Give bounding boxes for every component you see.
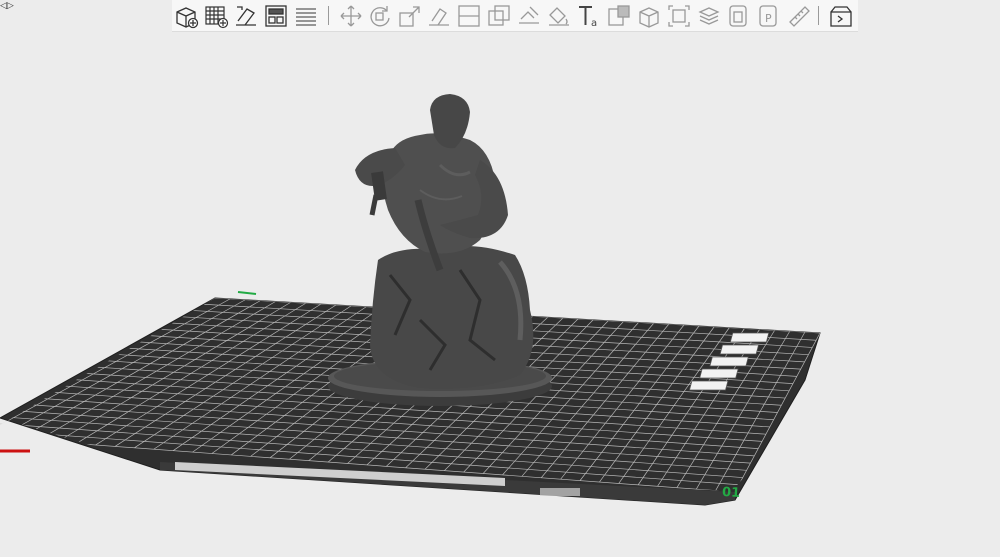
lay-on-face-icon[interactable]: [426, 3, 452, 29]
auto-orient-icon[interactable]: [233, 3, 259, 29]
text-icon[interactable]: a: [576, 3, 602, 29]
collapse-sidebar-icon[interactable]: ◁▷: [0, 0, 14, 12]
plate-lock-badge[interactable]: [540, 488, 580, 496]
boolean-icon[interactable]: [486, 3, 512, 29]
toolbar-separator: [818, 6, 819, 25]
placeholder-icon[interactable]: P: [756, 3, 782, 29]
variable-layer-height-icon[interactable]: [696, 3, 722, 29]
move-icon[interactable]: [338, 3, 364, 29]
lock-icon[interactable]: [699, 368, 739, 379]
split-layers-icon[interactable]: [293, 3, 319, 29]
mesh-boolean-icon[interactable]: [606, 3, 632, 29]
scale-icon[interactable]: [397, 3, 423, 29]
top-toolbar: a P: [172, 0, 858, 32]
toolbar-separator: [328, 6, 329, 25]
add-object-icon[interactable]: [173, 3, 199, 29]
3d-viewport[interactable]: 01: [0, 33, 1000, 557]
rotate-icon[interactable]: [367, 3, 393, 29]
assembly-icon[interactable]: [636, 3, 662, 29]
orient-icon[interactable]: [719, 344, 760, 355]
y-axis-marker: [237, 291, 257, 295]
seam-paint-icon[interactable]: [546, 3, 572, 29]
arrange-icon[interactable]: [263, 3, 289, 29]
svg-text:a: a: [591, 18, 597, 29]
slice-view-icon[interactable]: [828, 3, 854, 29]
mirror-icon[interactable]: [726, 3, 752, 29]
svg-text:P: P: [765, 12, 772, 25]
close-icon[interactable]: [729, 332, 770, 343]
measure-icon[interactable]: [666, 3, 692, 29]
settings-icon[interactable]: [688, 380, 729, 391]
support-paint-icon[interactable]: [516, 3, 542, 29]
cut-icon[interactable]: [456, 3, 482, 29]
add-plate-icon[interactable]: [203, 3, 229, 29]
plate-number: 01: [722, 485, 741, 501]
arrange-icon[interactable]: [709, 356, 749, 367]
ruler-icon[interactable]: [786, 3, 812, 29]
